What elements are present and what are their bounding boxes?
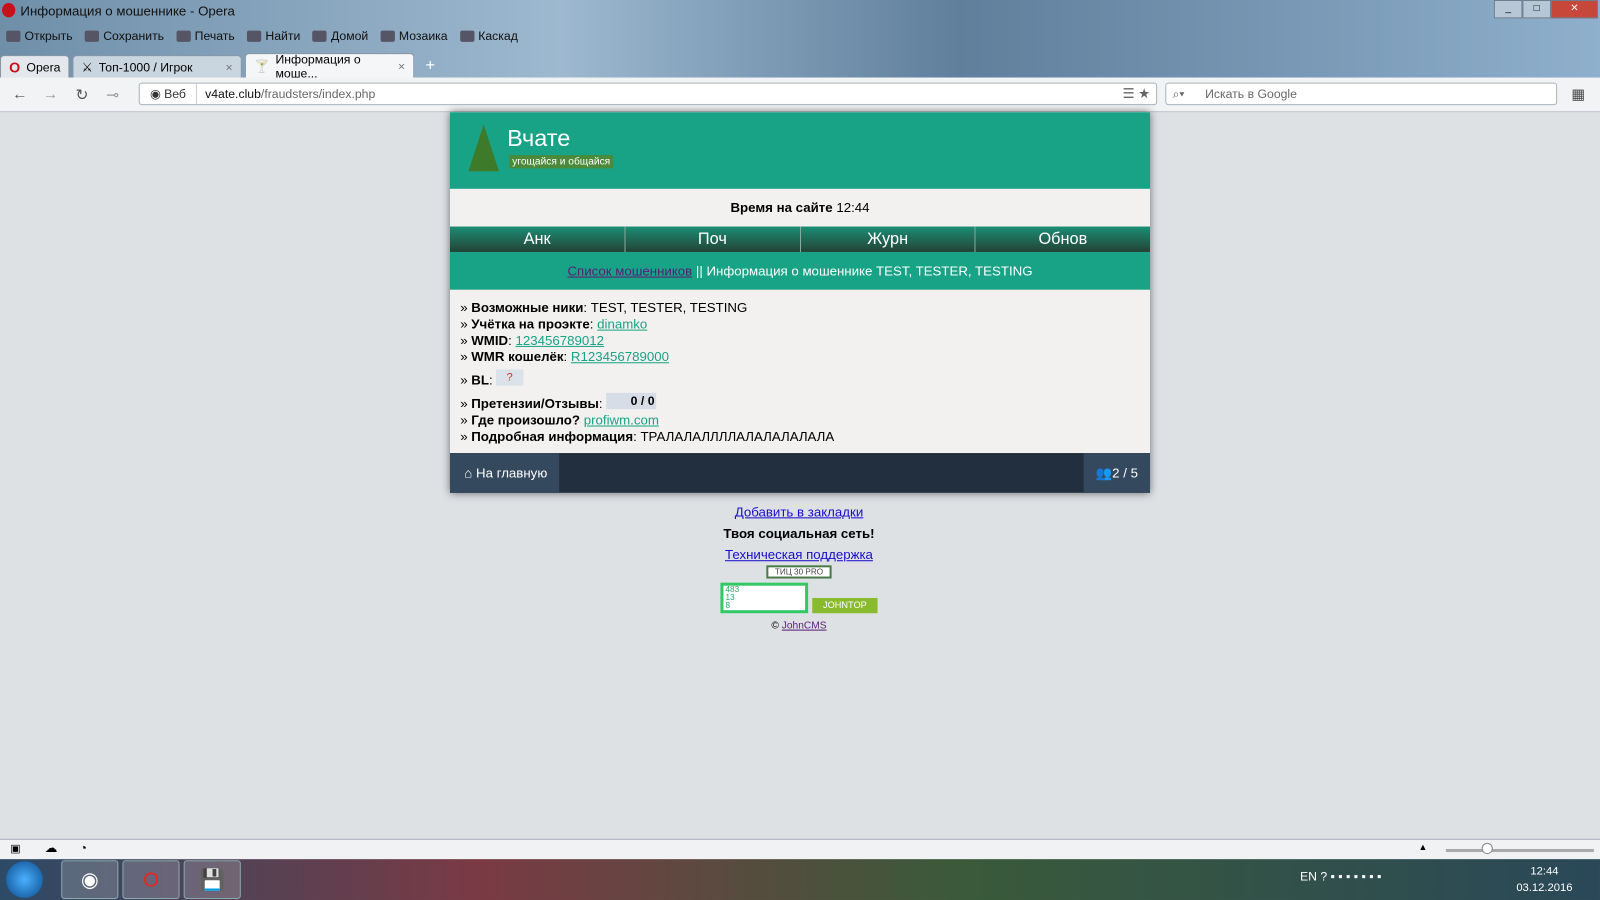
info-account: » Учётка на проэкте: dinamko <box>460 316 648 332</box>
opera-icon <box>2 3 16 18</box>
info-bl: » BL: ? <box>460 369 1140 388</box>
help-icon[interactable]: ? <box>1320 869 1327 883</box>
opera-taskbar-button[interactable]: O <box>122 860 180 899</box>
find-button[interactable]: Найти <box>247 29 300 43</box>
support-link[interactable]: Техническая поддержка <box>612 547 985 562</box>
tray-icons[interactable]: ▪ ▪ ▪ ▪ ▪ ▪ ▪ <box>1331 869 1382 883</box>
online-counter[interactable]: 👥2 / 5 <box>1083 453 1150 493</box>
site-footer: ⌂ На главную 👥2 / 5 <box>449 453 1150 493</box>
start-button[interactable] <box>6 861 43 898</box>
tile-button[interactable]: Мозаика <box>380 29 448 43</box>
search-icon <box>247 30 262 42</box>
tab-close-icon[interactable]: × <box>225 60 232 74</box>
site-nav: Анк Поч Журн Обнов <box>449 226 1150 253</box>
print-icon <box>176 30 191 42</box>
star-icon[interactable]: ★ <box>1138 86 1150 101</box>
nav-journal[interactable]: Журн <box>801 226 976 253</box>
maximize-button[interactable]: □ <box>1522 0 1552 19</box>
tab-fraudster-info[interactable]: 🍸 Информация о моше... × <box>244 52 415 80</box>
opera-menu-button[interactable]: O Opera <box>0 55 70 78</box>
home-button[interactable]: Домой <box>312 29 368 43</box>
arrow-up-icon[interactable]: ▲ <box>1418 842 1427 852</box>
bookmark-link[interactable]: Добавить в закладки <box>612 504 985 519</box>
cloud-icon[interactable]: ☁ <box>45 841 57 855</box>
zoom-slider[interactable] <box>1445 848 1594 853</box>
site-header: Вчате угощайся и общайся <box>449 112 1150 189</box>
speed-dial-icon[interactable]: ◔ <box>80 841 87 855</box>
open-button[interactable]: Открыть <box>6 29 73 43</box>
time-on-site: Время на сайте 12:44 <box>449 188 1150 227</box>
tab-close-icon[interactable]: × <box>398 59 405 73</box>
info-where: » Где произошло? profiwm.com <box>460 412 659 428</box>
save-icon <box>84 30 100 42</box>
info-claims: » Претензии/Отзывы: 0 / 0 <box>460 392 1140 412</box>
new-tab-button[interactable]: + <box>417 55 443 77</box>
zoom-slider-handle[interactable] <box>1481 842 1493 855</box>
globe-icon: ◉ <box>149 86 165 102</box>
nav-refresh[interactable]: Обнов <box>976 227 1150 253</box>
save-app-taskbar-button[interactable]: 💾 <box>183 860 241 899</box>
info-wmid: » WMID: 123456789012 <box>460 332 605 348</box>
breadcrumb: Список мошенников || Информация о мошенн… <box>449 252 1150 290</box>
visit-counter[interactable]: 483 13 8 <box>720 582 809 614</box>
johntop-counter[interactable]: JOHNTOP <box>812 597 878 614</box>
chrome-taskbar-button[interactable]: ◉ <box>61 860 119 899</box>
status-bar: ▣ ☁ ◔ ▲ <box>0 838 1600 860</box>
reload-button[interactable]: ↻ <box>76 86 89 104</box>
grid-icon[interactable]: ▦ <box>1571 86 1585 103</box>
save-button[interactable]: Сохранить <box>84 29 164 43</box>
info-wmr: » WMR кошелёк: R123456789000 <box>460 348 670 365</box>
search-icon: ⌕▾ <box>1172 86 1185 102</box>
bl-badge: ? <box>496 369 524 386</box>
site-slogan: угощайся и общайся <box>509 155 614 169</box>
claims-badge: 0 / 0 <box>606 392 657 410</box>
key-icon[interactable]: ⊸ <box>106 86 119 104</box>
site-container: Вчате угощайся и общайся Время на сайте … <box>449 112 1150 493</box>
folder-icon <box>6 30 21 42</box>
search-input[interactable]: ⌕▾ Искать в Google <box>1165 82 1558 106</box>
nav-profile[interactable]: Анк <box>450 226 626 253</box>
web-badge[interactable]: ◉ Веб <box>140 83 197 105</box>
users-icon: 👥 <box>1095 465 1113 481</box>
window-title: Информация о мошеннике - Opera <box>20 3 235 19</box>
system-tray: EN ? ▪ ▪ ▪ ▪ ▪ ▪ ▪ <box>1299 869 1382 884</box>
tab-top1000[interactable]: ⚔ Топ-1000 / Игрок × <box>72 55 242 78</box>
clock[interactable]: 12:44 03.12.2016 <box>1516 863 1572 896</box>
title-bar: Информация о мошеннике - Opera _ □ ✕ Откры… <box>0 0 1600 80</box>
fraudster-list-link[interactable]: Список мошенников <box>567 263 692 278</box>
forward-button[interactable]: → <box>43 86 58 103</box>
cascade-icon <box>459 30 475 42</box>
back-button[interactable]: ← <box>12 86 27 103</box>
rss-icon[interactable]: ☰ <box>1123 86 1135 101</box>
toolbar: Открыть Сохранить Печать Найти Домой Моз… <box>6 29 518 43</box>
info-details: » Подробная информация: ТРАЛАЛАЛЛЛЛАЛАЛА… <box>460 428 835 444</box>
home-link[interactable]: ⌂ На главную <box>449 453 560 493</box>
tile-icon <box>380 30 395 42</box>
fraudster-info: » Возможные ники: TEST, TESTER, TESTING … <box>449 289 1150 454</box>
social-tagline: Твоя социальная сеть! <box>723 525 875 541</box>
address-bar-row: ← → ↻ ⊸ ◉ Веб v4ate.club/fraudsters/inde… <box>0 77 1600 113</box>
swords-icon: ⚔ <box>81 59 93 74</box>
tic-counter[interactable]: ТИЦ 30 PRO <box>766 565 832 579</box>
minimize-button[interactable]: _ <box>1493 0 1523 19</box>
print-button[interactable]: Печать <box>176 29 235 43</box>
close-button[interactable]: ✕ <box>1551 0 1598 19</box>
info-nicks: » Возможные ники: TEST, TESTER, TESTING <box>460 299 748 316</box>
cascade-button[interactable]: Каскад <box>459 29 518 43</box>
opera-icon: O <box>9 58 21 75</box>
panel-toggle-icon[interactable]: ▣ <box>10 842 21 855</box>
cocktail-icon: 🍸 <box>254 58 270 73</box>
home-icon: ⌂ <box>464 465 473 481</box>
johncms-link[interactable]: JohnCMS <box>782 620 827 631</box>
taskbar: ◉ O 💾 EN ? ▪ ▪ ▪ ▪ ▪ ▪ ▪ 12:44 03.12.2016 <box>0 859 1600 900</box>
site-logo[interactable]: Вчате <box>507 124 570 152</box>
nav-mail[interactable]: Поч <box>625 226 801 253</box>
below-footer: Добавить в закладки Твоя социальная сеть… <box>612 504 985 632</box>
home-icon <box>312 30 327 42</box>
christmas-tree-icon <box>468 124 499 172</box>
url-field[interactable]: ◉ Веб v4ate.club/fraudsters/index.php ☰ … <box>138 82 1158 106</box>
